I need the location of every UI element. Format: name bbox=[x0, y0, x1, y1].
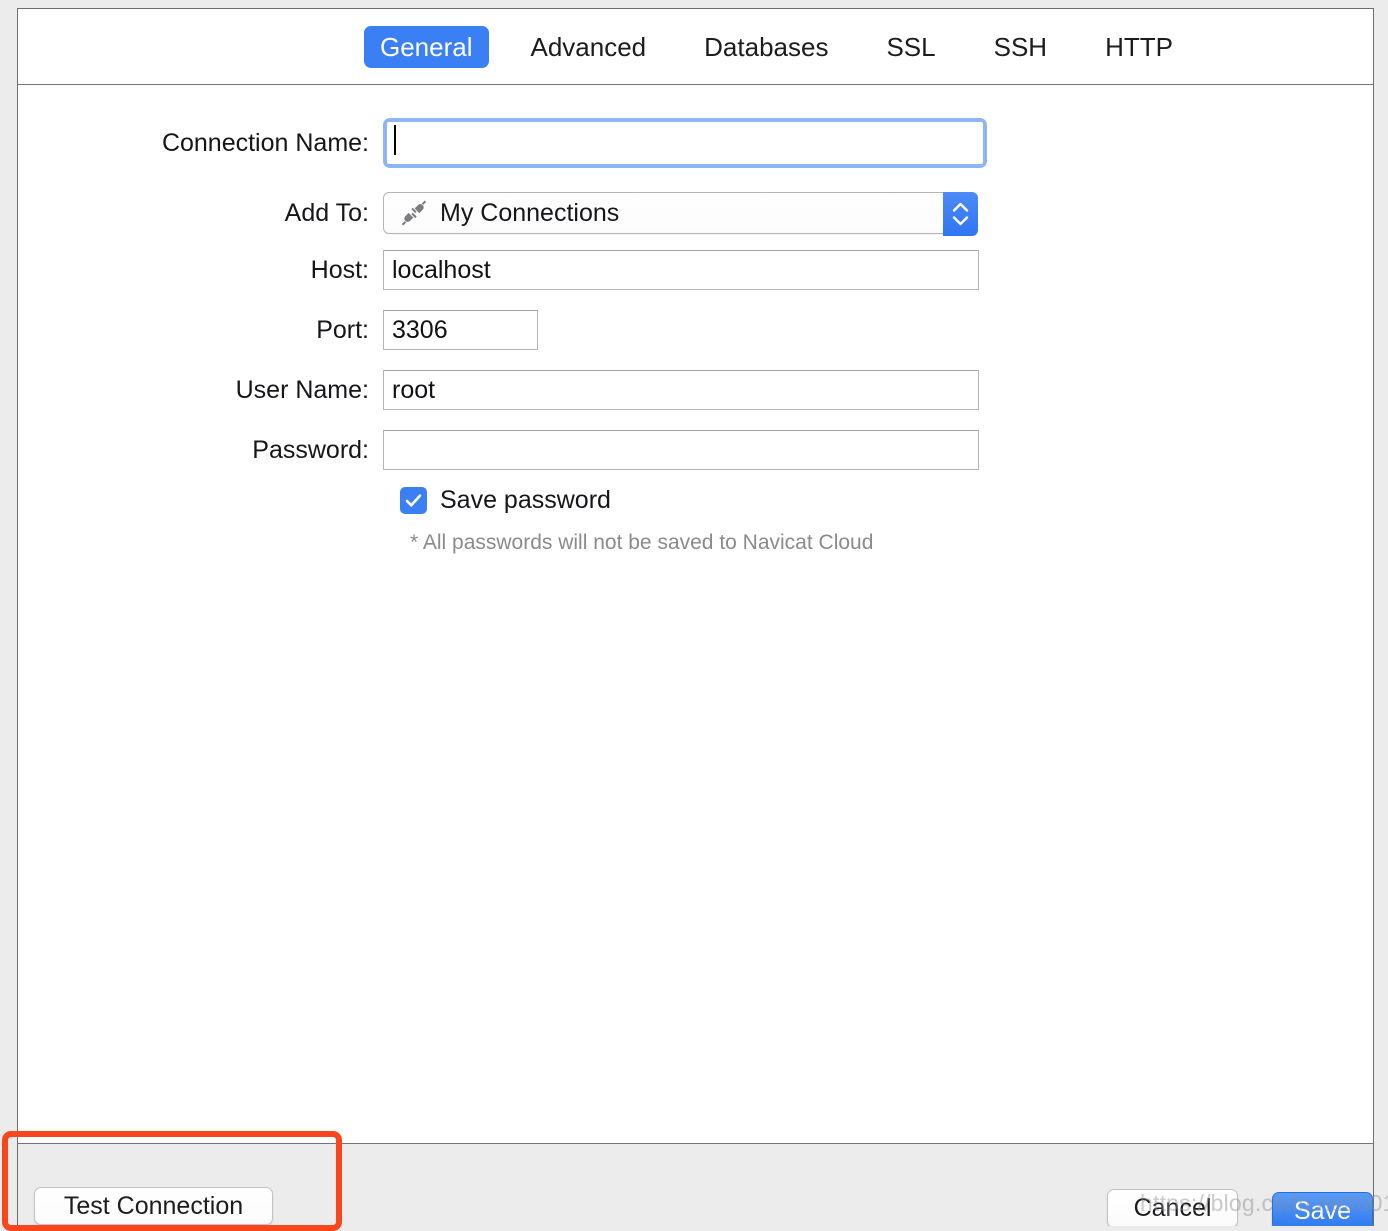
connection-name-label: Connection Name: bbox=[161, 129, 369, 157]
add-to-stepper[interactable] bbox=[943, 192, 978, 236]
port-input[interactable] bbox=[383, 310, 538, 350]
tab-ssh[interactable]: SSH bbox=[978, 26, 1063, 68]
tab-advanced[interactable]: Advanced bbox=[515, 26, 663, 68]
host-label: Host: bbox=[310, 256, 369, 284]
port-row: Port: bbox=[18, 310, 538, 350]
dialog-footer: Test Connection Cancel Save bbox=[18, 1143, 1373, 1226]
port-field bbox=[383, 310, 538, 350]
port-label: Port: bbox=[316, 316, 369, 344]
chevron-down-icon bbox=[952, 216, 969, 226]
add-to-row: Add To: My Connections bbox=[18, 192, 978, 236]
tab-databases[interactable]: Databases bbox=[688, 26, 844, 68]
tab-http[interactable]: HTTP bbox=[1089, 26, 1189, 68]
connection-name-input[interactable] bbox=[387, 122, 983, 164]
host-field bbox=[383, 250, 979, 290]
password-input[interactable] bbox=[383, 430, 979, 470]
host-row: Host: bbox=[18, 250, 979, 290]
save-password-row[interactable]: Save password bbox=[400, 485, 611, 515]
password-note-row: * All passwords will not be saved to Nav… bbox=[410, 530, 873, 556]
add-to-select[interactable]: My Connections bbox=[383, 192, 978, 236]
password-label: Password: bbox=[252, 436, 369, 464]
user-name-input[interactable] bbox=[383, 370, 979, 410]
general-tab-panel: Connection Name: Add To: My Connections … bbox=[18, 85, 1373, 1226]
user-name-label: User Name: bbox=[235, 376, 369, 404]
connection-name-focus-ring bbox=[383, 118, 987, 168]
host-input[interactable] bbox=[383, 250, 979, 290]
save-password-label: Save password bbox=[440, 486, 611, 514]
add-to-field: My Connections bbox=[383, 192, 978, 236]
connection-name-row: Connection Name: bbox=[18, 118, 987, 168]
password-field bbox=[383, 430, 979, 470]
plug-connector-icon bbox=[400, 199, 428, 227]
connection-dialog: General Advanced Databases SSL SSH HTTP … bbox=[17, 8, 1374, 1226]
save-password-checkbox[interactable] bbox=[400, 486, 427, 514]
add-to-value: My Connections bbox=[440, 199, 620, 227]
cancel-button[interactable]: Cancel bbox=[1107, 1189, 1238, 1226]
add-to-label: Add To: bbox=[284, 199, 369, 227]
chevron-up-icon bbox=[952, 202, 969, 212]
connection-name-field bbox=[383, 118, 987, 168]
user-name-row: User Name: bbox=[18, 370, 979, 410]
tab-bar: General Advanced Databases SSL SSH HTTP bbox=[18, 9, 1373, 85]
tab-ssl[interactable]: SSL bbox=[870, 26, 951, 68]
user-name-field bbox=[383, 370, 979, 410]
text-caret bbox=[394, 125, 396, 155]
tab-general[interactable]: General bbox=[364, 25, 489, 68]
save-button[interactable]: Save bbox=[1272, 1192, 1373, 1226]
check-icon bbox=[405, 493, 422, 507]
password-row: Password: bbox=[18, 430, 979, 470]
password-note: * All passwords will not be saved to Nav… bbox=[410, 531, 874, 554]
test-connection-button[interactable]: Test Connection bbox=[34, 1187, 273, 1225]
